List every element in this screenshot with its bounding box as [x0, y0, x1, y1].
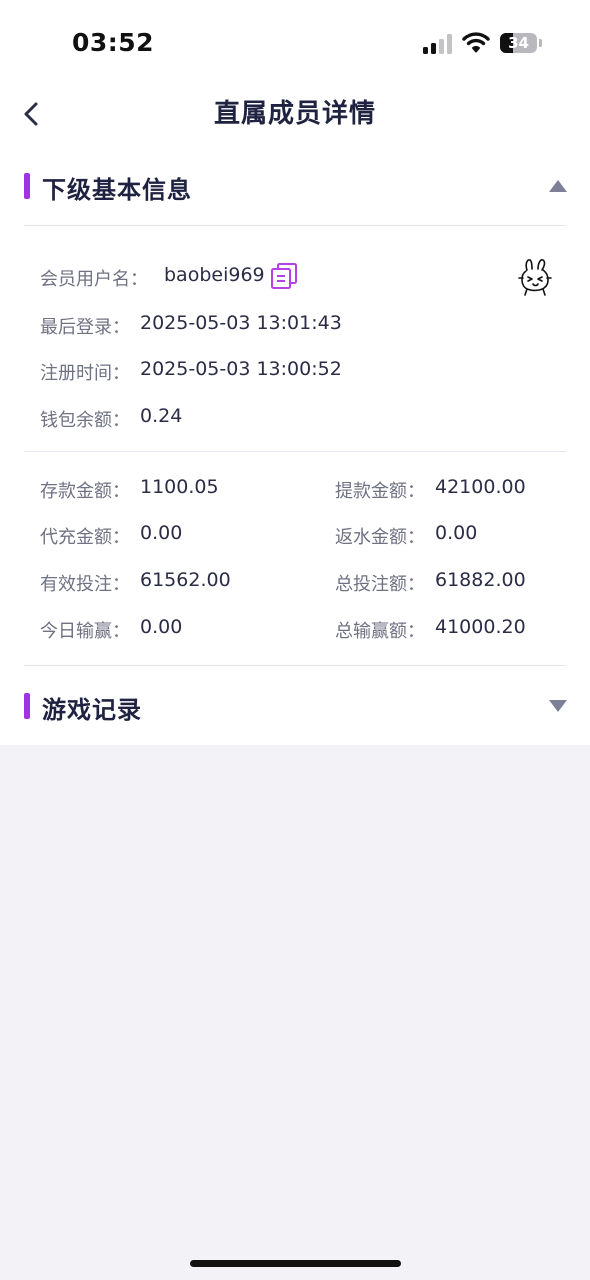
- username-label: 会员用户名：: [40, 269, 148, 290]
- wallet-balance-label: 钱包余额：: [40, 410, 130, 431]
- cellular-signal-icon: [423, 32, 453, 54]
- total-win-label: 总输赢额：: [335, 621, 425, 642]
- battery-percentage: 34: [508, 34, 529, 52]
- today-win-value: 0.00: [140, 616, 183, 638]
- divider: [24, 225, 566, 226]
- basic-info-title: 下级基本信息: [42, 176, 192, 204]
- proxy-recharge-label: 代充金额：: [40, 527, 130, 548]
- game-records-title: 游戏记录: [42, 696, 142, 724]
- status-time: 03:52: [72, 28, 155, 57]
- register-time-value: 2025-05-03 13:00:52: [140, 358, 342, 380]
- section-accent-bar: [24, 693, 30, 719]
- divider: [24, 665, 566, 666]
- triangle-up-icon[interactable]: [549, 180, 567, 192]
- withdraw-label: 提款金额：: [335, 481, 425, 502]
- proxy-recharge-value: 0.00: [140, 522, 183, 544]
- last-login-label: 最后登录：: [40, 317, 130, 338]
- rebate-value: 0.00: [435, 522, 478, 544]
- battery-cap: [539, 39, 542, 47]
- rebate-label: 返水金额：: [335, 527, 425, 548]
- register-time-label: 注册时间：: [40, 363, 130, 384]
- battery-icon: 34: [500, 33, 537, 53]
- deposit-value: 1100.05: [140, 476, 219, 498]
- username-value: baobei969: [164, 264, 265, 286]
- valid-bet-value: 61562.00: [140, 569, 231, 591]
- last-login-value: 2025-05-03 13:01:43: [140, 312, 342, 334]
- page-title: 直属成员详情: [213, 99, 376, 129]
- withdraw-value: 42100.00: [435, 476, 526, 498]
- copy-icon[interactable]: [269, 262, 299, 290]
- total-bet-value: 61882.00: [435, 569, 526, 591]
- deposit-label: 存款金额：: [40, 481, 130, 502]
- avatar[interactable]: [515, 256, 555, 298]
- wallet-balance-value: 0.24: [140, 405, 183, 427]
- total-win-value: 41000.20: [435, 616, 526, 638]
- home-indicator[interactable]: [190, 1260, 401, 1267]
- valid-bet-label: 有效投注：: [40, 574, 130, 595]
- total-bet-label: 总投注额：: [335, 574, 425, 595]
- divider: [24, 451, 566, 452]
- triangle-down-icon[interactable]: [549, 700, 567, 712]
- section-accent-bar: [24, 173, 30, 199]
- today-win-label: 今日输赢：: [40, 621, 130, 642]
- wifi-icon: [462, 32, 490, 53]
